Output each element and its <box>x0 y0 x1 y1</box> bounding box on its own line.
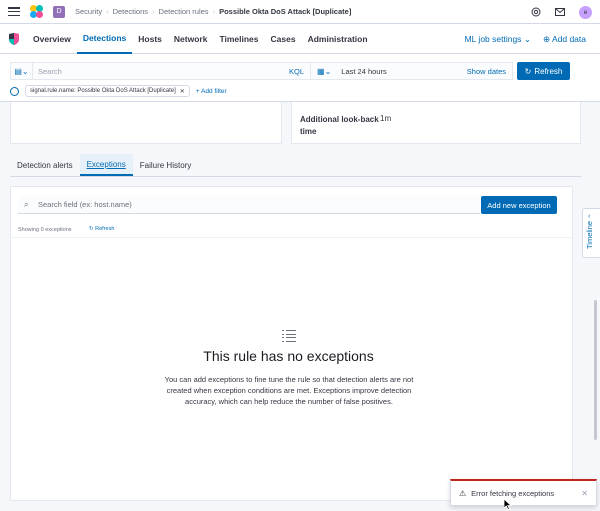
tab-timelines[interactable]: Timelines <box>213 24 264 54</box>
nav-tabs: Overview Detections Hosts Network Timeli… <box>27 24 374 54</box>
search-row: ▤⌄ Search KQL ▦⌄ Last 24 hours Show date… <box>10 62 513 80</box>
refresh-icon: ↻ <box>524 66 532 76</box>
top-header: D Security › Detections › Detection rule… <box>0 0 600 24</box>
user-avatar[interactable]: e <box>579 5 592 19</box>
tab-network[interactable]: Network <box>168 24 214 54</box>
exceptions-refresh-label: Refresh <box>95 226 115 232</box>
saved-query-icon: ▤⌄ <box>14 66 29 76</box>
breadcrumb-security[interactable]: Security <box>71 7 106 16</box>
filter-row: signal.rule.name: Possible Okta DoS Atta… <box>10 84 227 98</box>
date-picker[interactable]: ▦⌄ Last 24 hours Show dates <box>310 63 512 79</box>
help-icon[interactable] <box>531 7 541 17</box>
search-input[interactable]: Search <box>33 67 283 76</box>
query-bar: ▤⌄ Search KQL ▦⌄ Last 24 hours Show date… <box>0 54 600 102</box>
scrollbar-thumb[interactable] <box>594 300 597 440</box>
breadcrumb-detection-rules[interactable]: Detection rules <box>155 7 213 16</box>
add-data-button[interactable]: ⊕ Add data <box>543 34 586 45</box>
lookback-value: 1m <box>380 114 392 123</box>
breadcrumb-current-rule: Possible Okta DoS Attack [Duplicate] <box>219 7 352 16</box>
menu-icon[interactable] <box>8 7 20 16</box>
exception-count: Showing 0 exceptions <box>18 227 72 233</box>
exceptions-refresh-link[interactable]: ↻ Refresh <box>89 226 114 232</box>
tab-hosts[interactable]: Hosts <box>132 24 168 54</box>
tabs-divider <box>10 176 581 177</box>
mail-icon[interactable] <box>555 7 565 17</box>
plus-circle-icon: ⊕ <box>542 33 551 44</box>
toast-message: Error fetching exceptions <box>471 488 555 498</box>
tab-overview[interactable]: Overview <box>27 24 77 54</box>
exception-search-input[interactable] <box>38 200 458 209</box>
nav-right-actions: ML job settings ⌄ ⊕ Add data <box>465 24 586 54</box>
kql-toggle[interactable]: KQL <box>283 67 310 76</box>
add-data-label: Add data <box>551 33 586 44</box>
refresh-button[interactable]: ↻ Refresh <box>517 62 570 80</box>
calendar-icon[interactable]: ▦⌄ <box>317 67 331 76</box>
rule-schedule-card: Additional look-back time 1m <box>291 102 581 144</box>
lookback-label: Additional look-back time <box>300 115 379 136</box>
tab-administration[interactable]: Administration <box>302 24 374 54</box>
list-icon <box>282 330 296 342</box>
shield-icon[interactable] <box>9 32 19 45</box>
elastic-logo-icon[interactable] <box>30 5 43 18</box>
rule-about-card <box>10 102 282 144</box>
timeline-label: Timeline <box>585 220 594 249</box>
breadcrumb: Security › Detections › Detection rules … <box>71 7 355 16</box>
close-icon[interactable]: ✕ <box>180 88 185 95</box>
refresh-icon: ↻ <box>89 226 94 232</box>
ml-job-settings-label: ML job settings <box>464 33 522 44</box>
tab-detection-alerts[interactable]: Detection alerts <box>10 154 80 176</box>
filter-pill[interactable]: signal.rule.name: Possible Okta DoS Atta… <box>25 85 190 97</box>
chevron-down-icon: ⌄ <box>523 33 531 44</box>
empty-state-title: This rule has no exceptions <box>203 348 374 364</box>
add-filter-link[interactable]: + Add filter <box>196 88 227 95</box>
header-controls: e <box>531 0 592 24</box>
show-dates-link[interactable]: Show dates <box>467 67 506 76</box>
date-range-value[interactable]: Last 24 hours <box>341 67 386 76</box>
tab-exceptions[interactable]: Exceptions <box>79 154 133 176</box>
exceptions-divider <box>11 237 572 238</box>
exception-search: ⌕ <box>18 196 480 214</box>
chevron-left-icon: ‹ <box>588 213 591 220</box>
error-toast: ⚠ Error fetching exceptions ✕ <box>450 479 597 506</box>
mouse-cursor <box>504 499 512 510</box>
scrollbar[interactable] <box>594 150 598 500</box>
app-nav: Overview Detections Hosts Network Timeli… <box>0 24 600 54</box>
space-avatar[interactable]: D <box>53 5 65 18</box>
close-icon[interactable]: ✕ <box>581 489 588 498</box>
search-icon: ⌕ <box>24 199 29 209</box>
warning-icon: ⚠ <box>459 488 467 498</box>
ml-job-settings-button[interactable]: ML job settings ⌄ <box>465 34 531 45</box>
rule-tabs: Detection alerts Exceptions Failure Hist… <box>10 154 198 176</box>
add-new-exception-button[interactable]: Add new exception <box>481 196 557 214</box>
tab-detections[interactable]: Detections <box>76 24 133 54</box>
filter-pill-label: signal.rule.name: Possible Okta DoS Atta… <box>30 88 176 94</box>
filter-options-icon[interactable] <box>10 86 19 96</box>
saved-query-button[interactable]: ▤⌄ <box>11 63 33 79</box>
breadcrumb-detections[interactable]: Detections <box>109 7 152 16</box>
tab-cases[interactable]: Cases <box>265 24 302 54</box>
exceptions-panel: ⌕ Add new exception Showing 0 exceptions… <box>10 186 573 501</box>
empty-state-body: You can add exceptions to fine tune the … <box>164 375 414 406</box>
tab-failure-history[interactable]: Failure History <box>133 154 199 176</box>
refresh-label: Refresh <box>534 66 563 76</box>
